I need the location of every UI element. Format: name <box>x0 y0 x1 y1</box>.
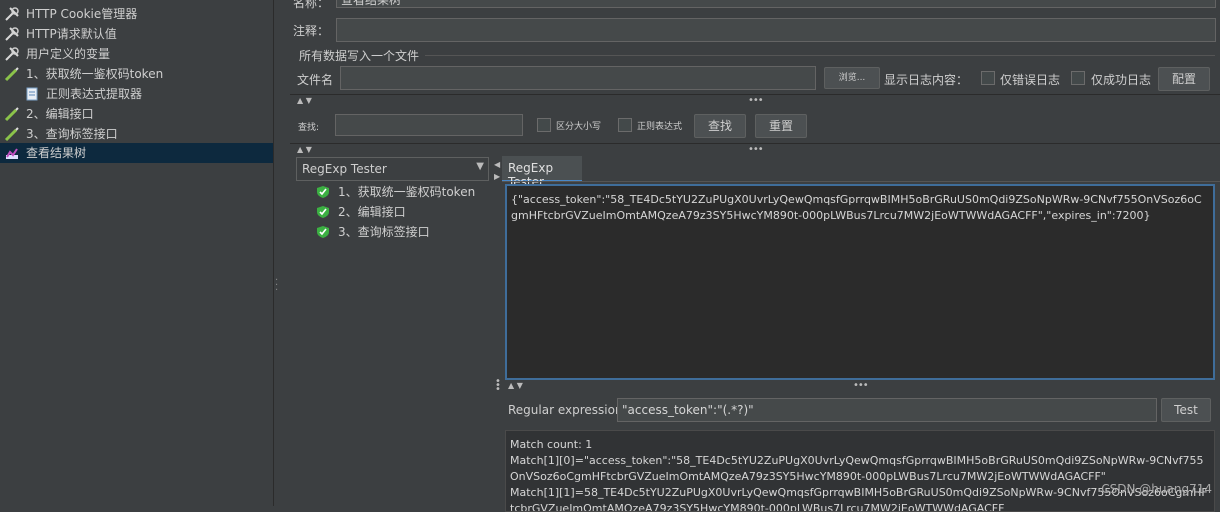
result-item-label: 1、获取统一鉴权码token <box>338 185 476 199</box>
match-results-area[interactable]: Match count: 1 Match[1][0]="access_token… <box>505 430 1215 512</box>
tree-item-regex-extractor[interactable]: 正则表达式提取器 <box>24 84 270 104</box>
tree-item-user-variables[interactable]: 用户定义的变量 <box>4 44 270 64</box>
match-count: Match count: 1 <box>510 438 593 451</box>
tree-item-label: 2、编辑接口 <box>26 107 94 121</box>
comment-field[interactable] <box>336 18 1216 42</box>
drag-handle-icon[interactable]: ••• <box>853 380 869 391</box>
document-icon <box>26 87 38 101</box>
expand-arrow-icon[interactable]: ▶ <box>494 172 500 181</box>
watermark: CSDN @huang714 <box>1101 482 1212 496</box>
wrench-icon <box>5 7 19 21</box>
tab-regexp-tester[interactable]: RegExp Tester <box>502 156 582 189</box>
search-input[interactable] <box>335 114 523 136</box>
name-field[interactable]: 查看结果树 <box>336 0 1216 8</box>
regex-label: 正则表达式 <box>637 122 683 132</box>
chevron-down-icon: ▼ <box>476 161 484 172</box>
comment-label: 注释： <box>293 24 330 38</box>
collapse-arrows-icon[interactable]: ▲ ▼ <box>508 381 523 390</box>
match-group-0: Match[1][0]="access_token":"58_TE4Dc5tYU… <box>510 454 1204 483</box>
response-text-area[interactable]: {"access_token":"58_TE4Dc5tYU2ZuPUgX0Uvr… <box>505 184 1215 380</box>
success-only-checkbox[interactable] <box>1071 71 1085 85</box>
tree-item-label: 用户定义的变量 <box>26 47 111 61</box>
success-shield-icon <box>317 206 329 218</box>
browse-button[interactable]: 浏览... <box>824 67 880 89</box>
tree-item-label: HTTP Cookie管理器 <box>26 7 138 21</box>
regex-input[interactable]: "access_token":"(.*?)" <box>617 398 1157 422</box>
success-shield-icon <box>317 226 329 238</box>
tab-underline <box>502 181 1220 182</box>
tree-item-label: 正则表达式提取器 <box>46 87 143 101</box>
filename-input[interactable] <box>340 66 816 90</box>
chart-icon <box>6 148 18 159</box>
result-item-label: 2、编辑接口 <box>338 205 406 219</box>
renderer-selected-value: RegExp Tester <box>302 162 387 176</box>
result-item-token[interactable]: 1、获取统一鉴权码token <box>316 182 486 202</box>
tree-item-label: 查看结果树 <box>26 146 87 160</box>
case-sensitive-label: 区分大小写 <box>556 122 602 132</box>
result-item-edit-api[interactable]: 2、编辑接口 <box>316 202 486 222</box>
success-only-label: 仅成功日志 <box>1091 73 1152 87</box>
wrench-icon <box>5 47 19 61</box>
tree-item-query-tags[interactable]: 3、查询标签接口 <box>4 124 270 144</box>
test-button[interactable]: Test <box>1161 398 1211 422</box>
regex-value: "access_token":"(.*?)" <box>622 403 754 417</box>
errors-only-checkbox[interactable] <box>981 71 995 85</box>
tree-item-request-defaults[interactable]: HTTP请求默认值 <box>4 24 270 44</box>
test-plan-tree: HTTP Cookie管理器 HTTP请求默认值 用户定义的变量 1、获取统一鉴… <box>0 0 273 506</box>
drag-handle-icon[interactable]: ••• <box>495 377 501 395</box>
result-item-label: 3、查询标签接口 <box>338 225 430 239</box>
sampler-pen-icon <box>4 67 19 82</box>
wrench-icon <box>5 27 19 41</box>
sampler-pen-icon <box>4 107 19 122</box>
name-value: 查看结果树 <box>341 0 402 7</box>
errors-only-label: 仅错误日志 <box>1000 73 1061 87</box>
tree-item-cookie-manager[interactable]: HTTP Cookie管理器 <box>4 4 270 24</box>
regex-checkbox[interactable] <box>618 118 632 132</box>
renderer-select[interactable]: RegExp Tester ▼ <box>296 157 489 181</box>
splitter-grip-icon: · · · <box>275 275 279 296</box>
response-body: {"access_token":"58_TE4Dc5tYU2ZuPUgX0Uvr… <box>511 193 1202 222</box>
section-divider <box>425 55 1215 56</box>
write-to-file-section-title: 所有数据写入一个文件 <box>299 49 420 63</box>
sampler-pen-icon <box>4 127 19 142</box>
drag-handle-icon[interactable]: ••• <box>748 144 764 155</box>
tree-item-sampler-token[interactable]: 1、获取统一鉴权码token <box>4 64 270 84</box>
drag-handle-icon[interactable]: ••• <box>748 95 764 106</box>
configure-button[interactable]: 配置 <box>1158 67 1210 91</box>
regex-label: Regular expression: <box>508 403 627 417</box>
result-item-query-tags[interactable]: 3、查询标签接口 <box>316 222 486 242</box>
find-button[interactable]: 查找 <box>694 114 746 138</box>
tree-item-label: 1、获取统一鉴权码token <box>26 67 164 81</box>
collapse-arrow-icon[interactable]: ◀ <box>494 160 500 169</box>
tree-item-label: HTTP请求默认值 <box>26 27 117 41</box>
name-label: 名称： <box>293 0 330 10</box>
search-label: 查找: <box>298 123 320 133</box>
success-shield-icon <box>317 186 329 198</box>
reset-button[interactable]: 重置 <box>755 114 807 138</box>
tree-item-edit-api[interactable]: 2、编辑接口 <box>4 104 270 124</box>
tree-item-view-results-tree[interactable]: 查看结果树 <box>0 143 273 163</box>
collapse-arrows-icon[interactable]: ▲ ▼ <box>297 145 312 154</box>
tree-item-label: 3、查询标签接口 <box>26 127 118 141</box>
case-sensitive-checkbox[interactable] <box>537 118 551 132</box>
filename-label: 文件名 <box>297 73 334 87</box>
log-content-label: 显示日志内容： <box>884 73 969 87</box>
collapse-arrows-icon[interactable]: ▲ ▼ <box>297 96 312 105</box>
